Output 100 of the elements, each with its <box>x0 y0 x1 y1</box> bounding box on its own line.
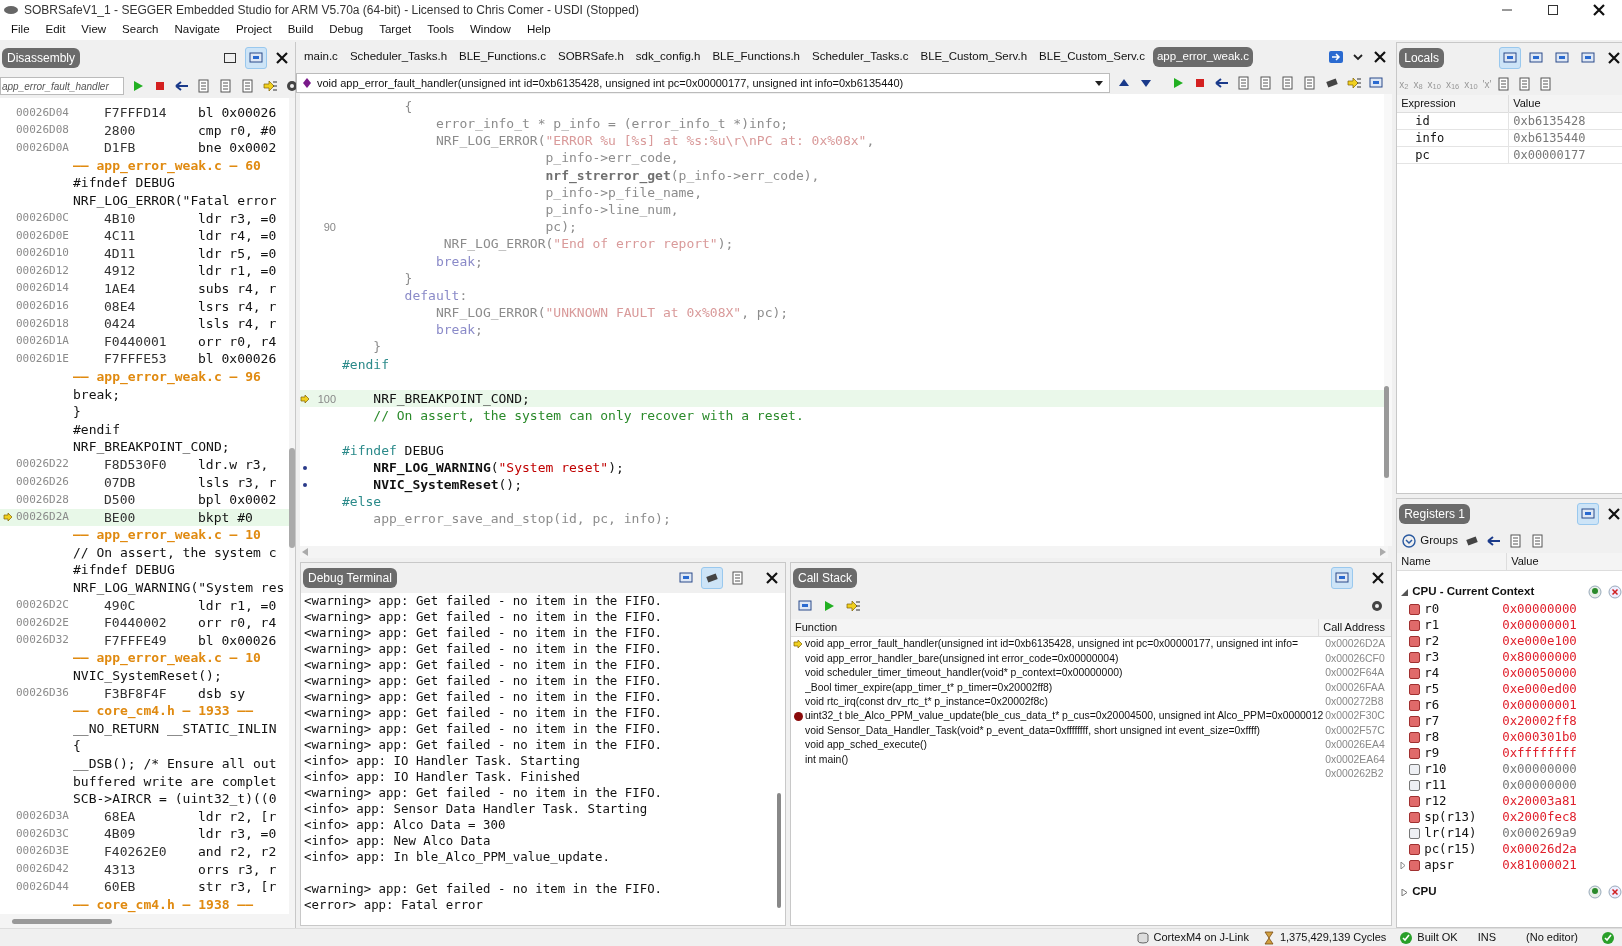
register-name: r10 <box>1424 759 1448 778</box>
register-value: 0x80000000 <box>1502 647 1577 666</box>
address-text: 00026D44 <box>16 878 70 895</box>
monitor-icon <box>1580 506 1597 522</box>
menu-item[interactable]: Edit <box>38 21 73 39</box>
remove-icon[interactable] <box>1607 584 1622 600</box>
close-icon[interactable] <box>1372 49 1389 65</box>
column-header[interactable]: Value <box>1509 95 1622 112</box>
column-header[interactable]: Name <box>1397 553 1508 570</box>
step-arrow-icon[interactable] <box>845 598 861 614</box>
remove-icon[interactable] <box>1607 884 1622 900</box>
menu-item[interactable]: File <box>4 21 37 39</box>
source-line: __DSB(); /* Ensure all out <box>73 755 277 773</box>
scrollbar[interactable] <box>0 914 295 928</box>
expanded-icon[interactable] <box>1401 588 1409 596</box>
register-value: 0x2000fec8 <box>1502 807 1577 826</box>
back-icon[interactable] <box>1214 75 1231 91</box>
code-marker-icon <box>303 482 307 487</box>
step-arrow-icon[interactable] <box>262 78 278 94</box>
file-tab[interactable]: sdk_config.h <box>631 47 705 67</box>
search-field[interactable]: app_error_fault_handler <box>0 77 124 95</box>
function-cell: void app_sched_execute() <box>805 739 927 751</box>
instruction-text: ldr.w r3, <box>198 455 269 474</box>
address-text: 00026D0E <box>16 227 70 244</box>
file-tab[interactable]: Scheduler_Tasks.c <box>808 47 913 67</box>
close-icon[interactable] <box>1591 2 1607 18</box>
maximize-icon[interactable] <box>1545 2 1561 18</box>
view-icon[interactable] <box>1368 75 1385 91</box>
document-icon[interactable] <box>240 78 256 94</box>
terminal-line: <info> app: IO Handler Task. Starting <box>304 752 580 770</box>
opcode-text: F0440001 <box>104 332 168 351</box>
menu-item[interactable]: Search <box>115 21 166 39</box>
scrollbar[interactable] <box>289 98 295 914</box>
file-tab[interactable]: app_error_weak.c <box>1152 47 1254 67</box>
pin-icon[interactable] <box>1587 884 1604 900</box>
register-value: 0x00000000 <box>1502 759 1577 778</box>
collapsed-icon[interactable] <box>1400 861 1407 869</box>
column-header[interactable]: Call Address <box>1319 619 1392 636</box>
menu-item[interactable]: Project <box>228 21 279 39</box>
file-tab[interactable]: BLE_Functions.h <box>708 47 804 67</box>
file-tab[interactable]: BLE_Custom_Serv.h <box>916 47 1032 67</box>
view-button[interactable] <box>1499 47 1522 69</box>
opcode-text: F40262E0 <box>104 843 168 861</box>
address-cell-text: 0x00026FAA <box>1324 680 1386 695</box>
view-icon[interactable] <box>797 598 813 614</box>
document-icon[interactable] <box>1507 533 1524 549</box>
scrollbar[interactable] <box>1384 94 1393 546</box>
column-header[interactable]: Value <box>1507 553 1622 570</box>
terminal-line: <info> app: In ble_Alco_PPM_value_update. <box>304 848 610 866</box>
instruction-text: ldr r1, =0 <box>198 596 277 615</box>
file-tab[interactable]: BLE_Functions.c <box>455 47 550 67</box>
view-button[interactable] <box>245 47 267 69</box>
view-button[interactable] <box>1577 503 1600 525</box>
navigate-icon[interactable] <box>1328 49 1345 65</box>
menu-item[interactable]: View <box>74 21 114 39</box>
menu-item[interactable]: Build <box>280 21 321 39</box>
panel-tab[interactable]: Registers 1 <box>1399 504 1470 524</box>
panel-tab[interactable]: Locals <box>1399 48 1444 68</box>
step-arrow-icon[interactable] <box>1346 75 1363 91</box>
opcode-text: F7FFFE49 <box>104 631 168 650</box>
document-icon[interactable] <box>218 78 234 94</box>
chevron-down-icon <box>1401 533 1418 549</box>
code-line: #else <box>342 493 382 512</box>
function-icon <box>303 78 311 88</box>
function-dropdown[interactable]: void app_error_fault_handler(unsigned int id=0xb6135428, unsigned int pc=0x00000177, unsigned int info=0xb6135440) <box>296 73 1111 93</box>
menu-item[interactable]: Debug <box>322 21 371 39</box>
file-tab[interactable]: Scheduler_Tasks.h <box>345 47 452 67</box>
pin-icon[interactable] <box>1587 584 1604 600</box>
function-cell: void app_error_handler_bare(unsigned int error_code=0x00000004) <box>805 652 1119 664</box>
file-tab[interactable]: BLE_Custom_Serv.c <box>1035 47 1149 67</box>
source-line: SCB->AIRCR = (uint32_t)((0 <box>73 790 277 809</box>
panel-tab[interactable]: Disassembly <box>2 48 80 68</box>
panel-tab[interactable]: Call Stack <box>793 568 858 588</box>
collapsed-icon[interactable] <box>1401 888 1409 896</box>
view-button[interactable] <box>1331 567 1354 589</box>
back-icon[interactable] <box>174 78 190 94</box>
terminal-line: <warning> app: Get failed - no item in the FIFO. <box>304 736 663 754</box>
code-line: app_error_save_and_stop(id, pc, info); <box>372 510 671 529</box>
panel-tab[interactable]: Debug Terminal <box>303 568 397 588</box>
menu-item[interactable]: Help <box>519 21 558 39</box>
column-header[interactable]: Expression <box>1397 95 1510 112</box>
arrow-icon[interactable] <box>1485 533 1502 549</box>
status-text: Built OK <box>1417 930 1458 946</box>
instruction-text: bl 0x00026 <box>198 350 277 369</box>
code-line: p_info->err_code, <box>544 149 679 168</box>
code-line: break; <box>434 252 483 271</box>
document-icon[interactable] <box>196 78 212 94</box>
menu-item[interactable]: Window <box>463 21 518 39</box>
code-line: break; <box>434 321 483 340</box>
menu-item[interactable]: Tools <box>420 21 461 39</box>
menu-item[interactable]: Target <box>372 21 419 39</box>
instruction-text: bpl 0x0002 <box>198 491 277 510</box>
file-tab[interactable]: SOBRSafe.h <box>554 47 628 67</box>
view-button[interactable] <box>701 567 723 589</box>
groups-button[interactable]: Groups <box>1401 532 1458 550</box>
file-tab[interactable]: main.c <box>300 47 342 67</box>
document-icon[interactable] <box>1529 533 1546 549</box>
menu-item[interactable]: Navigate <box>167 21 227 39</box>
column-header[interactable]: Function <box>791 619 1320 636</box>
terminal-line: <info> app: IO Handler Task. Finished <box>304 768 580 786</box>
